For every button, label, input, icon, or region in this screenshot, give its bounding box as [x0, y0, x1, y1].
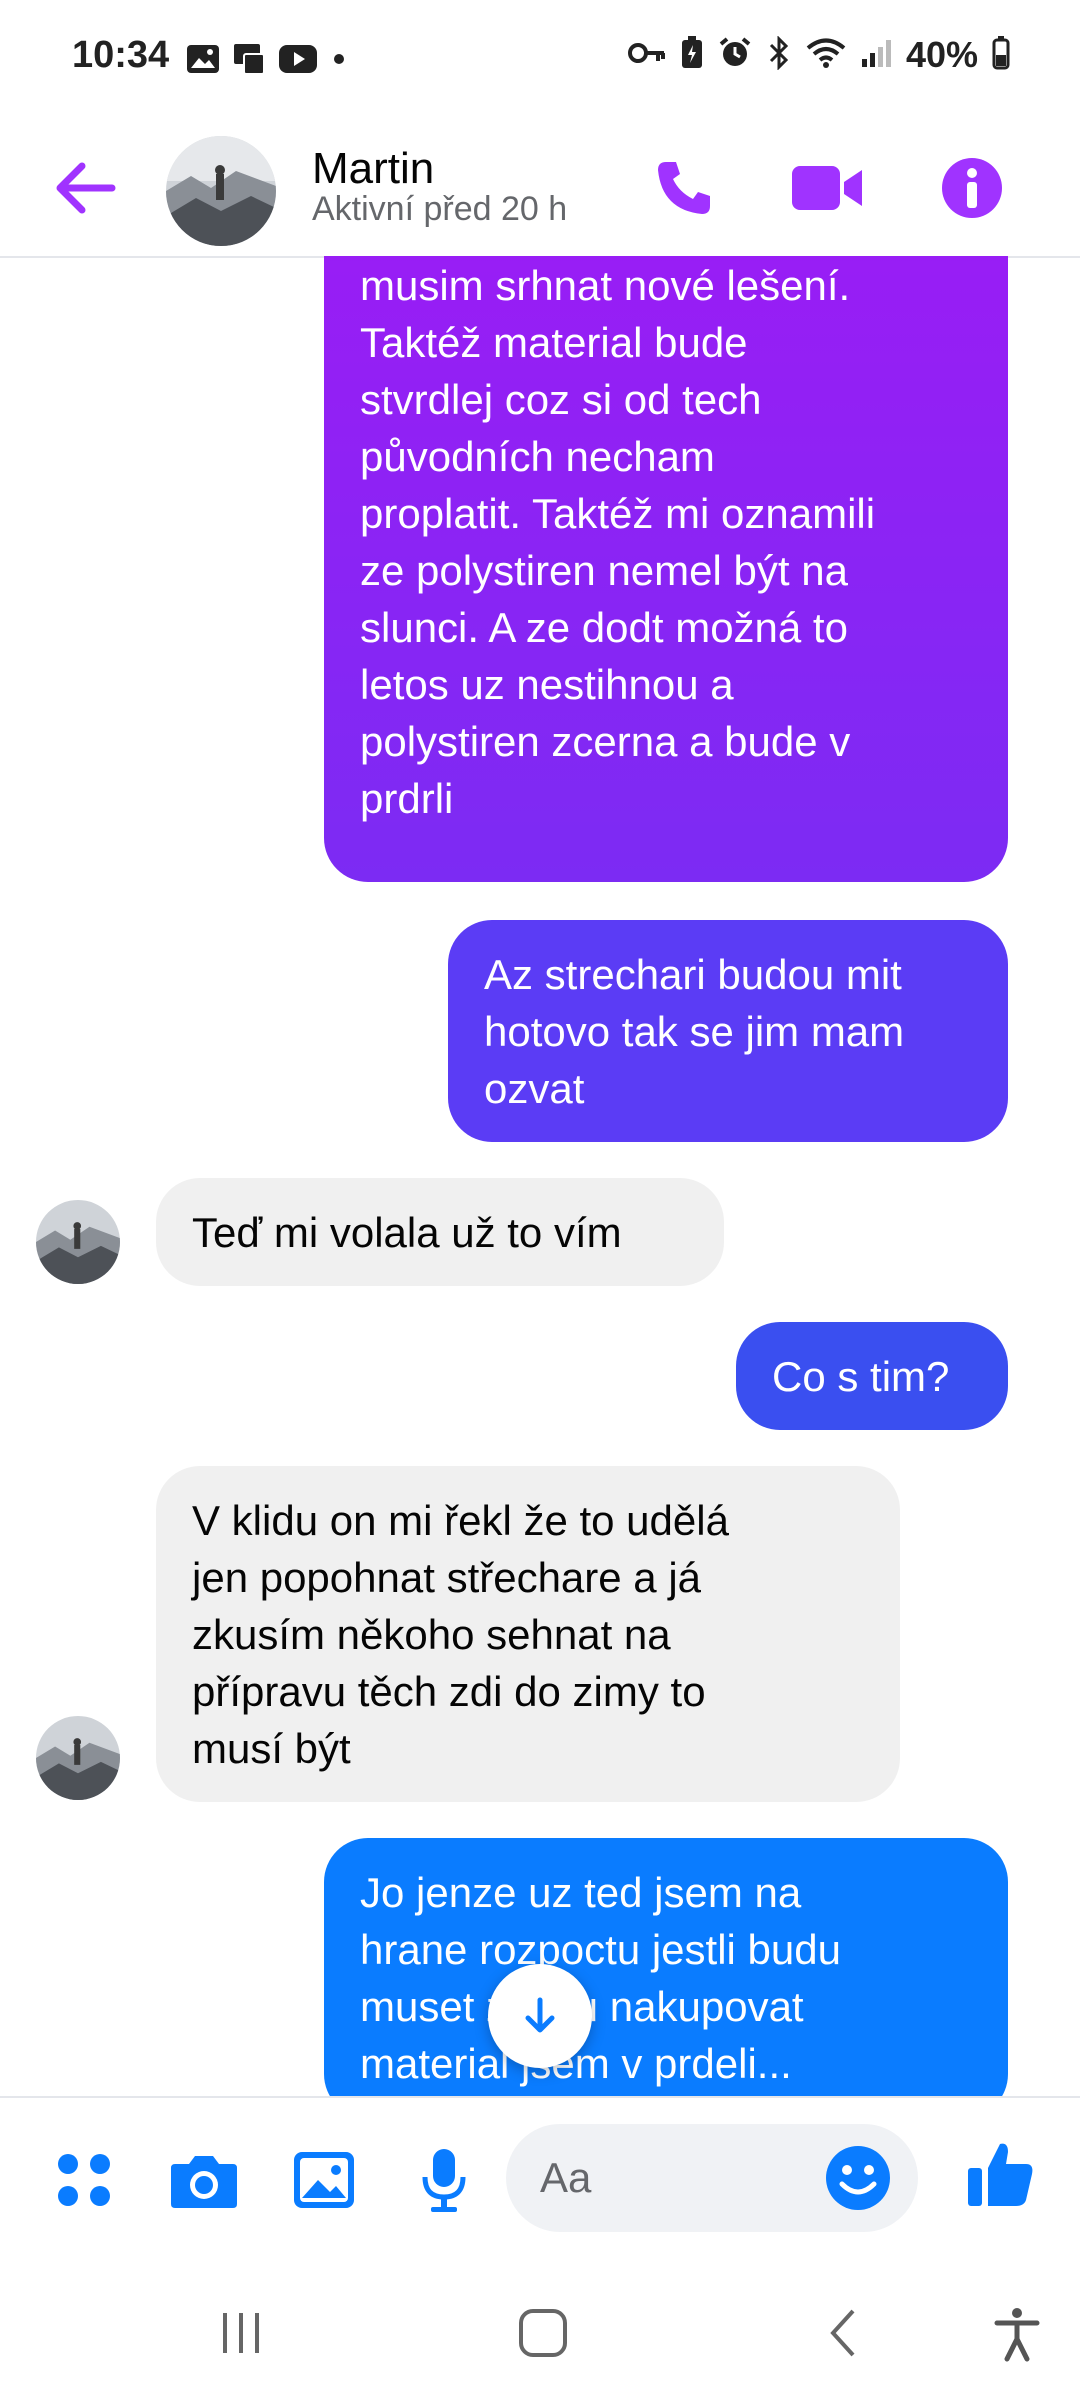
contact-avatar-small[interactable] [36, 1200, 120, 1284]
accessibility-icon [994, 2308, 1040, 2362]
incoming-message[interactable]: V klidu on mi řekl že to udělá jen popoh… [156, 1466, 900, 1802]
status-bar: 10:34 40% [0, 0, 1080, 120]
dot-icon [330, 50, 348, 73]
back-button[interactable] [46, 148, 126, 228]
video-call-button[interactable] [780, 140, 876, 236]
key-icon [627, 41, 666, 70]
smiley-icon [826, 2146, 890, 2210]
camera-icon [171, 2156, 237, 2208]
gallery-icon [186, 44, 220, 79]
scroll-to-bottom-button[interactable] [488, 1964, 592, 2068]
contact-avatar[interactable] [166, 136, 276, 246]
status-system-icons: 40% [627, 34, 1010, 76]
contact-name[interactable]: Martin [312, 144, 434, 194]
conversation-info-button[interactable] [924, 140, 1020, 236]
status-notification-icons [186, 42, 348, 81]
message-input[interactable]: Aa [506, 2124, 918, 2232]
info-icon [942, 158, 1002, 218]
battery-percentage: 40% [905, 34, 978, 75]
emoji-button[interactable] [820, 2140, 896, 2216]
youtube-icon [278, 44, 318, 79]
camera-button[interactable] [164, 2140, 244, 2220]
arrow-down-icon [525, 1997, 555, 2033]
home-icon [519, 2309, 567, 2357]
contact-active-status: Aktivní před 20 h [312, 190, 568, 228]
outgoing-message[interactable]: udělají celou střechu,tudíž musim srhnat… [324, 256, 1008, 882]
message-composer: Aa [0, 2096, 1080, 2260]
microphone-icon [422, 2149, 466, 2212]
back-nav-button[interactable] [800, 2288, 890, 2378]
recent-apps-icon [223, 2313, 259, 2353]
accessibility-button[interactable] [972, 2288, 1062, 2378]
chevron-left-icon [830, 2309, 855, 2357]
message-input-placeholder: Aa [540, 2154, 592, 2201]
cast-icon [232, 42, 266, 81]
incoming-message[interactable]: Teď mi volala už to vím [156, 1178, 724, 1286]
outgoing-message[interactable]: Co s tim? [736, 1322, 1008, 1430]
battery-saver-icon [680, 35, 704, 75]
outgoing-message[interactable]: Jo jenze uz ted jsem na hrane rozpoctu j… [324, 1838, 1008, 2096]
thumbs-up-icon [968, 2143, 1033, 2206]
home-button[interactable] [498, 2288, 588, 2378]
message-list[interactable]: udělají celou střechu,tudíž musim srhnat… [0, 256, 1080, 2096]
gallery-button[interactable] [284, 2140, 364, 2220]
arrow-left-icon [56, 162, 116, 214]
outgoing-message[interactable]: Az strechari budou mit hotovo tak se jim… [448, 920, 1008, 1142]
battery-icon [992, 35, 1010, 75]
photo-icon [294, 2152, 354, 2208]
like-button[interactable] [960, 2134, 1040, 2214]
signal-icon [860, 37, 892, 74]
alarm-icon [718, 36, 752, 75]
wifi-icon [806, 37, 846, 74]
system-navigation-bar [0, 2258, 1080, 2400]
conversation-header: Martin Aktivní před 20 h [0, 120, 1080, 258]
phone-icon [658, 162, 710, 214]
recent-apps-button[interactable] [196, 2288, 286, 2378]
status-time: 10:34 [72, 34, 170, 76]
apps-grid-icon [58, 2154, 110, 2206]
video-camera-icon [792, 166, 862, 210]
contact-avatar-small[interactable] [36, 1716, 120, 1800]
voice-call-button[interactable] [636, 140, 732, 236]
voice-message-button[interactable] [404, 2140, 484, 2220]
bluetooth-icon [766, 34, 792, 75]
more-actions-button[interactable] [44, 2140, 124, 2220]
